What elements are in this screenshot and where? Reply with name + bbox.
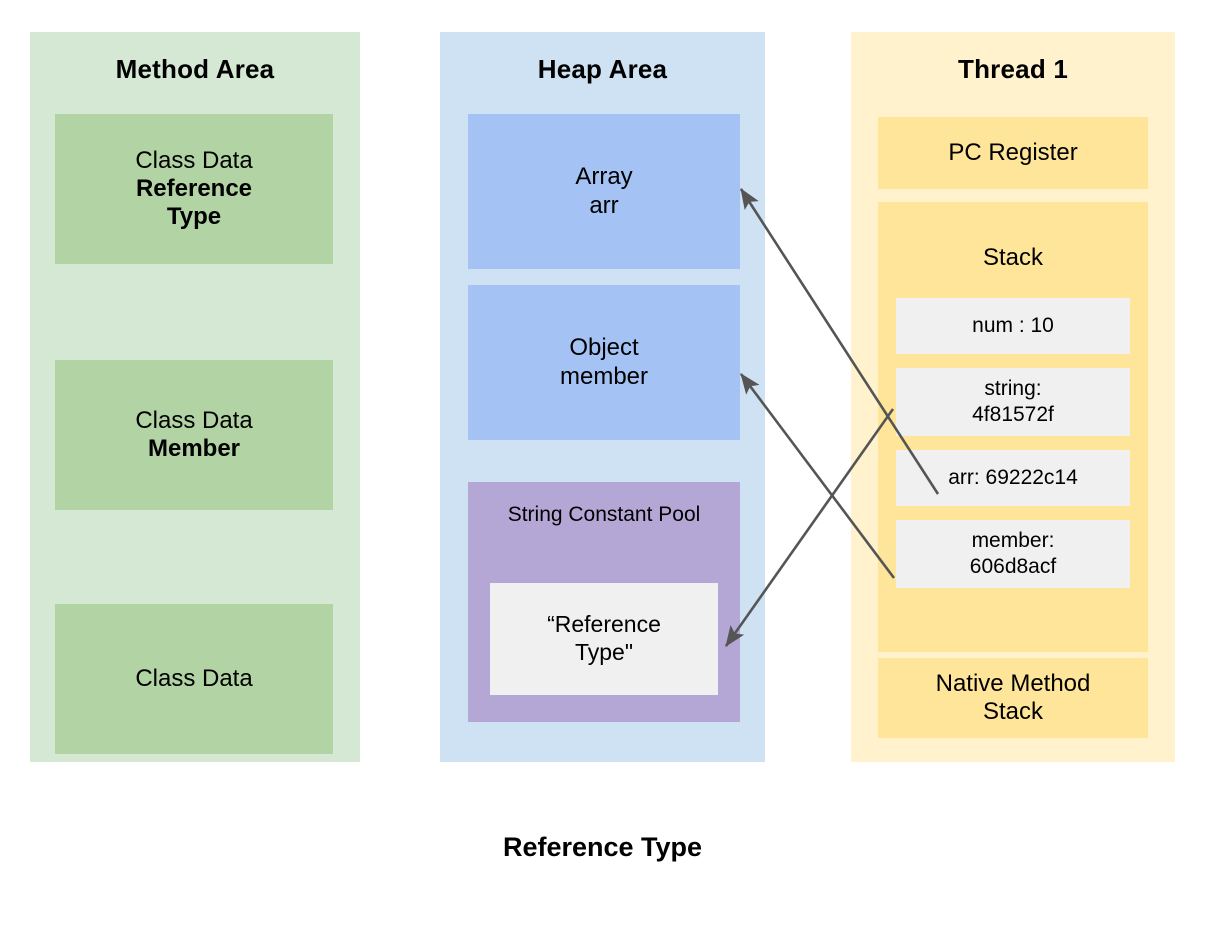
thread-native-method-stack: Native Method Stack	[878, 658, 1148, 738]
string-literal-line2: Type"	[574, 639, 634, 665]
class-data-label: Class Data	[135, 406, 253, 434]
heap-object-type-label: Object	[569, 334, 639, 362]
method-area-class-data: Class Data	[55, 604, 333, 754]
method-area-panel: Method Area Class Data Reference Type Cl…	[30, 32, 360, 762]
heap-object-array-arr: Array arr	[468, 114, 740, 269]
class-data-name-line1: Reference	[135, 174, 253, 202]
stack-slot-line2: 606d8acf	[969, 555, 1057, 578]
thread-title: Thread 1	[958, 54, 1068, 84]
stack-slot-string: string: 4f81572f	[896, 368, 1130, 436]
stack-slot-line2: 4f81572f	[972, 403, 1054, 426]
thread-pc-register: PC Register	[878, 117, 1148, 189]
stack-slot-line1: arr: 69222c14	[948, 466, 1078, 490]
class-data-name-line2: Type	[166, 203, 222, 231]
heap-array-name-label: arr	[589, 191, 619, 219]
method-area-class-data-member: Class Data Member	[55, 360, 333, 510]
stack-slot-line1: num : 10	[972, 314, 1054, 338]
stack-slot-member: member: 606d8acf	[896, 520, 1130, 588]
stack-slot-line1: string:	[984, 377, 1042, 401]
heap-area-panel: Heap Area Array arr Object member String…	[440, 32, 765, 762]
stack-slot-num: num : 10	[896, 298, 1130, 354]
heap-object-member: Object member	[468, 285, 740, 440]
string-constant-pool-label-line2: Pool	[658, 503, 701, 526]
stack-slot-line1: member:	[971, 529, 1055, 553]
heap-object-name-label: member	[559, 362, 649, 390]
string-constant-pool: String Constant Pool “Reference Type"	[468, 482, 740, 722]
class-data-label: Class Data	[135, 146, 253, 174]
method-area-class-data-reference-type: Class Data Reference Type	[55, 114, 333, 264]
string-literal-line1: “Reference	[547, 611, 661, 638]
heap-area-title: Heap Area	[537, 54, 668, 84]
thread-panel: Thread 1 PC Register Stack num : 10 stri…	[851, 32, 1175, 762]
diagram-canvas: Method Area Class Data Reference Type Cl…	[0, 0, 1205, 935]
class-data-name-line1: Member	[147, 435, 241, 462]
pc-register-label: PC Register	[948, 138, 1078, 166]
heap-array-type-label: Array	[575, 163, 633, 191]
string-constant-pool-label: String Constant Pool	[468, 502, 740, 527]
class-data-label: Class Data	[135, 664, 253, 692]
stack-slot-arr: arr: 69222c14	[896, 450, 1130, 506]
string-constant-pool-label-line1: String Constant	[507, 503, 653, 526]
native-method-stack-line1: Native Method	[935, 669, 1091, 697]
method-area-title: Method Area	[115, 54, 275, 84]
thread-stack-label: Stack	[982, 244, 1044, 271]
native-method-stack-line2: Stack	[982, 698, 1044, 725]
thread-stack: Stack num : 10 string: 4f81572f arr: 692…	[878, 202, 1148, 652]
string-constant-pool-literal: “Reference Type"	[490, 583, 718, 695]
diagram-caption: Reference Type	[502, 832, 703, 862]
